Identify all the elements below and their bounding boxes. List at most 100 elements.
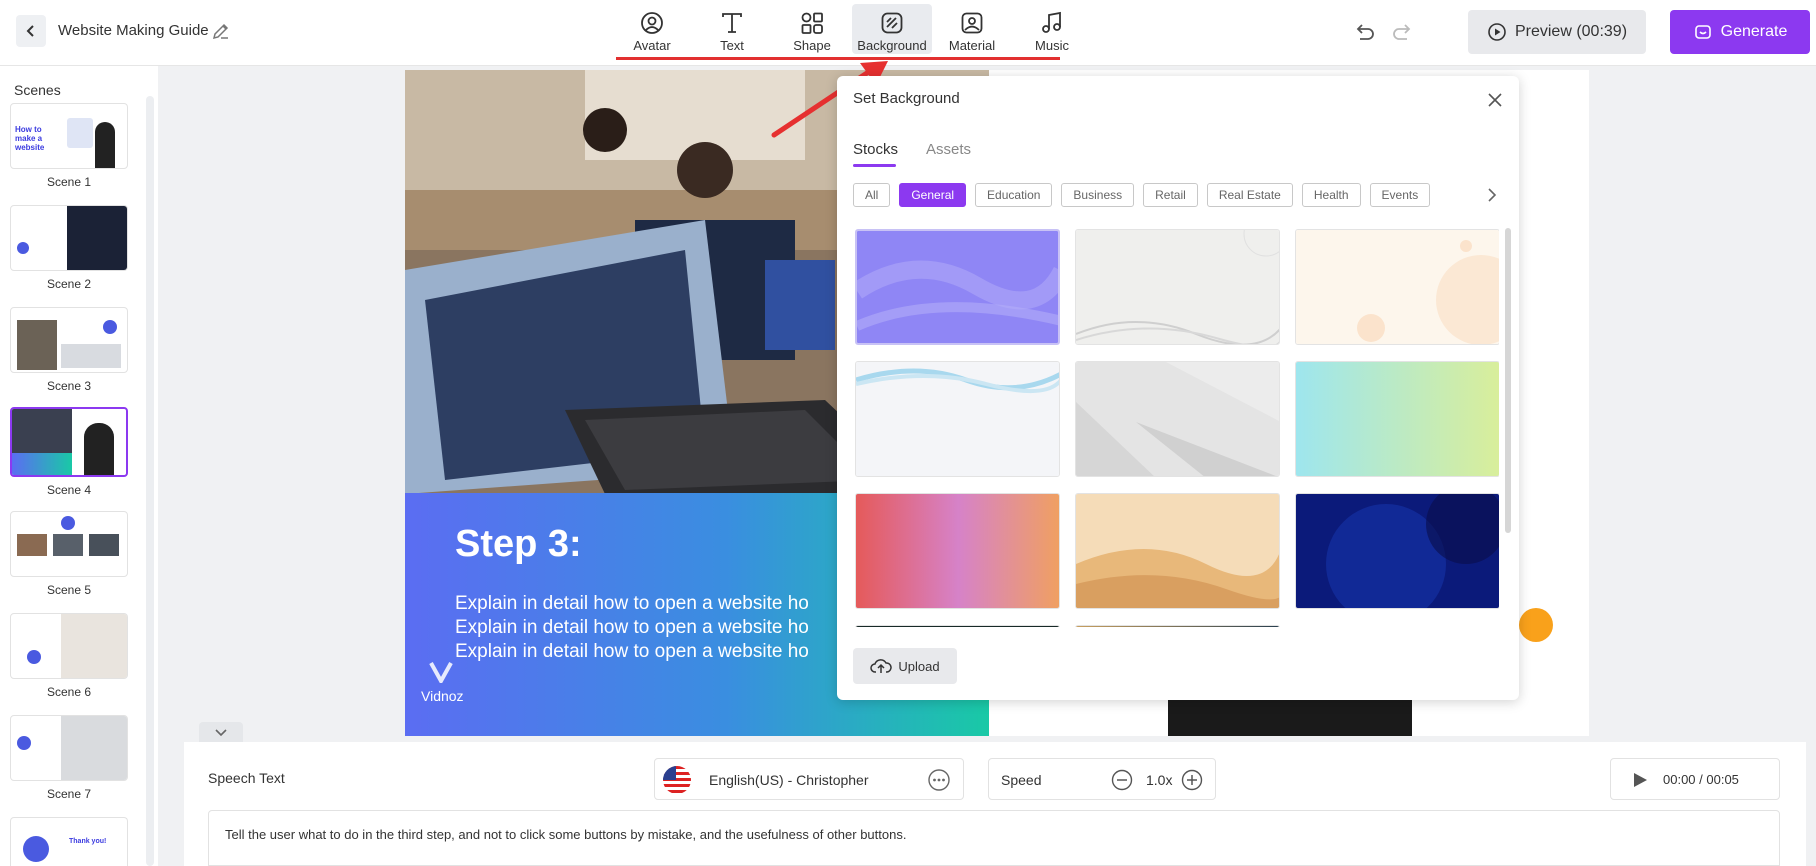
tab-stocks[interactable]: Stocks — [853, 141, 898, 158]
scene-thumbnail — [10, 307, 128, 373]
background-tile[interactable] — [1075, 229, 1280, 345]
step-line: Explain in detail how to open a website … — [455, 617, 809, 638]
chip-all[interactable]: All — [853, 183, 891, 207]
background-tile[interactable] — [1295, 361, 1499, 477]
back-button[interactable] — [16, 15, 46, 47]
scene-thumbnail — [10, 715, 128, 781]
voice-selector[interactable]: English(US) - Christopher — [654, 758, 964, 800]
tool-avatar[interactable]: Avatar — [612, 4, 692, 54]
background-icon — [881, 12, 903, 34]
modal-scrollbar[interactable] — [1505, 228, 1511, 533]
scene-2[interactable]: Scene 2 — [10, 205, 128, 291]
scene-label: Scene 4 — [46, 483, 92, 497]
scenes-sidebar: Scenes How to make a website Scene 1 Sce… — [0, 66, 158, 866]
speech-text-input[interactable]: Tell the user what to do in the third st… — [208, 810, 1780, 866]
close-icon[interactable] — [1485, 90, 1505, 110]
speech-panel: Speech Text English(US) - Christopher Sp… — [184, 742, 1806, 866]
tool-shape[interactable]: Shape — [772, 4, 852, 54]
background-tile[interactable] — [855, 625, 1060, 627]
tool-material-label: Material — [948, 38, 996, 53]
scene-7[interactable]: Scene 7 — [10, 715, 128, 801]
category-chips: All General Education Business Retail Re… — [853, 183, 1431, 207]
scene-thumbnail — [10, 613, 128, 679]
voice-name: English(US) - Christopher — [709, 772, 869, 788]
preview-button[interactable]: Preview (00:39) — [1468, 10, 1646, 54]
undo-icon[interactable] — [1351, 20, 1377, 46]
scene-1-thumb-text: How to make a website — [15, 125, 45, 152]
speed-label: Speed — [1001, 772, 1042, 788]
modal-title: Set Background — [853, 90, 960, 107]
background-tile[interactable] — [855, 361, 1060, 477]
scene-3[interactable]: Scene 3 — [10, 307, 128, 393]
speech-text-label: Speech Text — [208, 770, 285, 786]
scene-label: Scene 2 — [46, 277, 92, 291]
scene-4[interactable]: Scene 4 — [10, 407, 128, 497]
chevron-left-icon — [26, 25, 34, 37]
chevron-right-icon[interactable] — [1482, 185, 1502, 205]
plus-circle-icon[interactable] — [1181, 769, 1203, 791]
text-icon — [722, 13, 742, 33]
tool-background[interactable]: Background — [852, 4, 932, 54]
material-icon — [961, 12, 983, 34]
generate-label: Generate — [1720, 23, 1788, 40]
chip-health[interactable]: Health — [1301, 183, 1361, 207]
scene-6[interactable]: Scene 6 — [10, 613, 128, 699]
tool-music[interactable]: Music — [1012, 4, 1092, 54]
speed-control: Speed 1.0x — [988, 758, 1216, 800]
us-flag-icon — [663, 766, 691, 794]
audio-time: 00:00 / 00:05 — [1663, 772, 1739, 787]
background-tile[interactable] — [1075, 625, 1280, 627]
vidnoz-v-icon — [429, 662, 453, 686]
scene-8[interactable]: Thank you! — [10, 817, 128, 866]
scene-label: Scene 5 — [46, 583, 92, 597]
top-bar: Website Making Guide Avatar Text Shape B… — [0, 0, 1816, 66]
more-options-icon[interactable] — [927, 768, 951, 792]
scene-thumbnail — [10, 205, 128, 271]
tool-avatar-label: Avatar — [633, 38, 671, 53]
scene-thumbnail — [10, 407, 128, 477]
upload-label: Upload — [898, 658, 940, 674]
chip-general[interactable]: General — [899, 183, 967, 207]
redo-icon[interactable] — [1390, 20, 1416, 46]
scene-thumbnail — [10, 511, 128, 577]
scene-1[interactable]: How to make a website Scene 1 — [10, 103, 128, 189]
tool-text[interactable]: Text — [692, 4, 772, 54]
minus-circle-icon[interactable] — [1111, 769, 1133, 791]
background-tile[interactable] — [1075, 493, 1280, 609]
scene-thumbnail: How to make a website — [10, 103, 128, 169]
chip-business[interactable]: Business — [1061, 183, 1135, 207]
collapse-panel-button[interactable] — [199, 722, 243, 744]
sidebar-scrollbar[interactable] — [146, 96, 154, 866]
music-icon — [1042, 11, 1061, 33]
chip-events[interactable]: Events — [1369, 183, 1431, 207]
generate-button[interactable]: Generate — [1670, 10, 1810, 54]
background-tile[interactable] — [1295, 493, 1499, 609]
background-tile[interactable] — [1295, 229, 1499, 345]
project-title: Website Making Guide — [58, 22, 209, 39]
background-tile[interactable] — [855, 229, 1060, 345]
edit-pencil-icon[interactable] — [210, 20, 232, 42]
shape-icon — [801, 12, 823, 34]
tool-material[interactable]: Material — [932, 4, 1012, 54]
avatar-icon — [641, 12, 663, 34]
vidnoz-logo: Vidnoz — [421, 661, 464, 704]
background-tile[interactable] — [855, 493, 1060, 609]
play-circle-icon — [1488, 23, 1506, 41]
help-bubble[interactable] — [1519, 608, 1553, 642]
chip-real-estate[interactable]: Real Estate — [1206, 183, 1293, 207]
tab-assets[interactable]: Assets — [926, 141, 971, 158]
chip-retail[interactable]: Retail — [1143, 183, 1198, 207]
scene-label: Scene 7 — [46, 787, 92, 801]
scene-8-thumb-text: Thank you! — [69, 838, 107, 845]
play-icon[interactable] — [1631, 771, 1649, 789]
upload-button[interactable]: Upload — [853, 648, 957, 684]
chip-education[interactable]: Education — [975, 183, 1053, 207]
tool-music-label: Music — [1035, 38, 1069, 53]
scene-5[interactable]: Scene 5 — [10, 511, 128, 597]
background-tile[interactable] — [1075, 361, 1280, 477]
chevron-down-icon — [215, 729, 227, 737]
step-line: Explain in detail how to open a website … — [455, 593, 809, 614]
tool-text-label: Text — [720, 38, 744, 53]
step-line: Explain in detail how to open a website … — [455, 641, 809, 662]
speed-value: 1.0x — [1146, 772, 1173, 788]
